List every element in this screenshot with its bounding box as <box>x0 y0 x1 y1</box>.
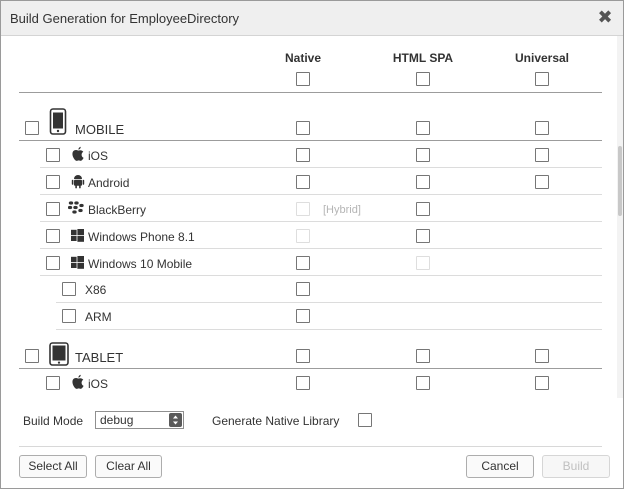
android-icon <box>71 175 85 189</box>
dropdown-arrows-icon <box>169 413 182 427</box>
x86-label: X86 <box>85 283 107 297</box>
tablet-native-checkbox[interactable] <box>296 349 310 363</box>
row-divider <box>40 248 602 249</box>
row-divider <box>40 167 602 168</box>
mobile-html-spa-checkbox[interactable] <box>416 121 430 135</box>
windows-phone-native-checkbox <box>296 229 310 243</box>
clear-all-button[interactable]: Clear All <box>95 455 162 478</box>
mobile-checkbox[interactable] <box>25 121 39 135</box>
row-divider <box>56 329 602 330</box>
row-divider <box>40 221 602 222</box>
android-checkbox[interactable] <box>46 175 60 189</box>
windows-10-mobile-native-checkbox[interactable] <box>296 256 310 270</box>
html-spa-all-checkbox[interactable] <box>416 72 430 86</box>
windows-icon <box>71 229 84 242</box>
mobile-native-checkbox[interactable] <box>296 121 310 135</box>
build-mode-select[interactable]: debug <box>95 411 184 429</box>
build-button: Build <box>542 455 610 478</box>
tablet-ios-label: iOS <box>88 377 109 391</box>
ios-universal-checkbox[interactable] <box>535 148 549 162</box>
mobile-label: MOBILE <box>75 122 125 137</box>
tablet-checkbox[interactable] <box>25 349 39 363</box>
generate-native-library-checkbox[interactable] <box>358 413 372 427</box>
blackberry-icon <box>68 201 84 214</box>
mobile-divider <box>19 140 602 141</box>
x86-native-checkbox[interactable] <box>296 282 310 296</box>
close-icon[interactable]: ✖ <box>596 7 614 27</box>
windows-10-mobile-html-spa-checkbox <box>416 256 430 270</box>
windows-10-mobile-label: Windows 10 Mobile <box>88 257 193 271</box>
windows-phone-checkbox[interactable] <box>46 229 60 243</box>
generate-native-library-label: Generate Native Library <box>212 414 340 428</box>
windows-icon <box>71 256 84 269</box>
row-divider <box>40 194 602 195</box>
column-header-native: Native <box>284 51 322 65</box>
platform-matrix: Native HTML SPA Universal MOBILE iOS And… <box>1 36 623 398</box>
vertical-scrollbar[interactable] <box>617 36 623 398</box>
build-mode-label: Build Mode <box>23 414 84 428</box>
windows-10-mobile-checkbox[interactable] <box>46 256 60 270</box>
hybrid-label: [Hybrid] <box>323 204 361 216</box>
tablet-html-spa-checkbox[interactable] <box>416 349 430 363</box>
select-all-button[interactable]: Select All <box>19 455 87 478</box>
row-divider <box>40 275 602 276</box>
blackberry-checkbox[interactable] <box>46 202 60 216</box>
arm-native-checkbox[interactable] <box>296 309 310 323</box>
tablet-universal-checkbox[interactable] <box>535 349 549 363</box>
x86-checkbox[interactable] <box>62 282 76 296</box>
row-divider <box>56 302 602 303</box>
apple-icon <box>72 146 84 161</box>
arm-checkbox[interactable] <box>62 309 76 323</box>
tablet-ios-checkbox[interactable] <box>46 376 60 390</box>
ios-label: iOS <box>88 149 109 163</box>
ios-checkbox[interactable] <box>46 148 60 162</box>
scrollbar-thumb[interactable] <box>618 146 622 216</box>
ios-native-checkbox[interactable] <box>296 148 310 162</box>
blackberry-native-checkbox <box>296 202 310 216</box>
native-all-checkbox[interactable] <box>296 72 310 86</box>
android-universal-checkbox[interactable] <box>535 175 549 189</box>
android-label: Android <box>88 176 130 190</box>
cancel-button[interactable]: Cancel <box>466 455 534 478</box>
dialog-title: Build Generation for EmployeeDirectory <box>10 11 240 26</box>
tablet-divider <box>19 368 602 369</box>
column-header-html-spa: HTML SPA <box>392 51 454 65</box>
ios-html-spa-checkbox[interactable] <box>416 148 430 162</box>
header-divider <box>19 92 602 93</box>
mobile-universal-checkbox[interactable] <box>535 121 549 135</box>
footer-divider <box>19 446 602 447</box>
arm-label: ARM <box>85 310 112 324</box>
mobile-phone-icon <box>49 108 67 135</box>
build-generation-dialog: Build Generation for EmployeeDirectory ✖… <box>0 0 624 489</box>
universal-all-checkbox[interactable] <box>535 72 549 86</box>
windows-phone-html-spa-checkbox[interactable] <box>416 229 430 243</box>
tablet-ios-native-checkbox[interactable] <box>296 376 310 390</box>
blackberry-html-spa-checkbox[interactable] <box>416 202 430 216</box>
tablet-icon <box>49 342 69 366</box>
android-native-checkbox[interactable] <box>296 175 310 189</box>
build-mode-value: debug <box>100 413 134 427</box>
android-html-spa-checkbox[interactable] <box>416 175 430 189</box>
apple-icon <box>72 374 84 389</box>
tablet-ios-universal-checkbox[interactable] <box>535 376 549 390</box>
tablet-ios-html-spa-checkbox[interactable] <box>416 376 430 390</box>
windows-phone-label: Windows Phone 8.1 <box>88 230 195 244</box>
column-header-universal: Universal <box>514 51 570 65</box>
blackberry-label: BlackBerry <box>88 203 147 217</box>
title-bar: Build Generation for EmployeeDirectory ✖ <box>1 1 623 36</box>
tablet-label: TABLET <box>75 350 124 365</box>
